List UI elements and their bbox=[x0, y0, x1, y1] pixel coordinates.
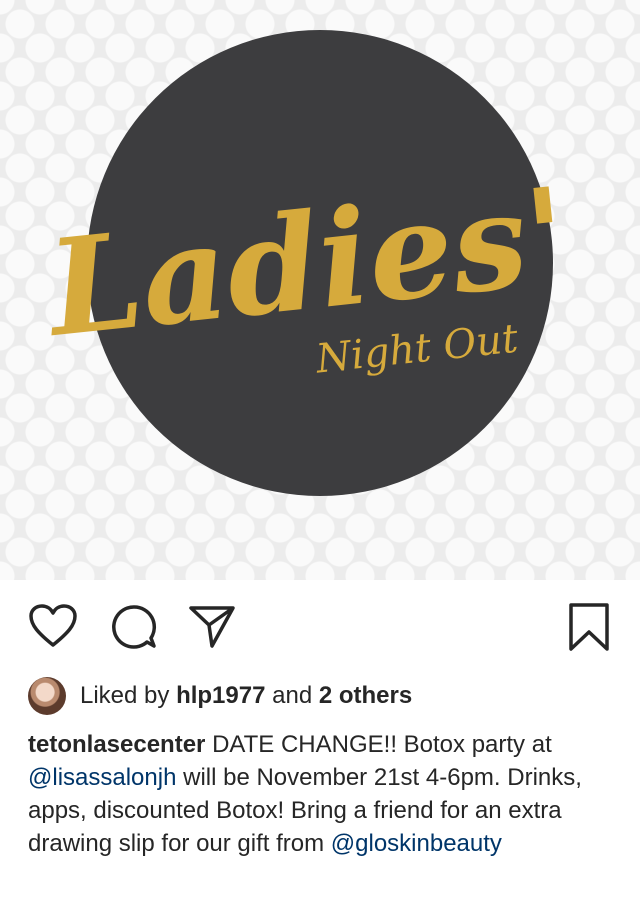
ladies-night-out-artwork: Ladies' Night Out bbox=[38, 30, 575, 496]
likes-others-link[interactable]: 2 others bbox=[319, 682, 412, 710]
likes-line: Liked by hlp1977 and 2 others bbox=[28, 676, 412, 716]
post-image[interactable]: Ladies' Night Out bbox=[0, 0, 640, 580]
caption-text-1: DATE CHANGE!! Botox party at bbox=[212, 731, 552, 758]
liker-avatar[interactable] bbox=[28, 677, 66, 715]
caption-username[interactable]: tetonlasecenter bbox=[28, 731, 205, 758]
post-caption: tetonlasecenter DATE CHANGE!! Botox part… bbox=[28, 728, 618, 860]
caption-mention-2[interactable]: @gloskinbeauty bbox=[331, 830, 502, 857]
caption-mention-1[interactable]: @lisassalonjh bbox=[28, 764, 176, 791]
comment-icon[interactable] bbox=[110, 603, 158, 654]
bookmark-icon[interactable] bbox=[568, 602, 610, 657]
liker-username[interactable]: hlp1977 bbox=[176, 682, 265, 710]
heart-icon[interactable] bbox=[28, 603, 78, 654]
likes-prefix: Liked by bbox=[80, 682, 170, 709]
send-icon[interactable] bbox=[188, 602, 236, 655]
likes-joiner: and bbox=[272, 682, 313, 709]
